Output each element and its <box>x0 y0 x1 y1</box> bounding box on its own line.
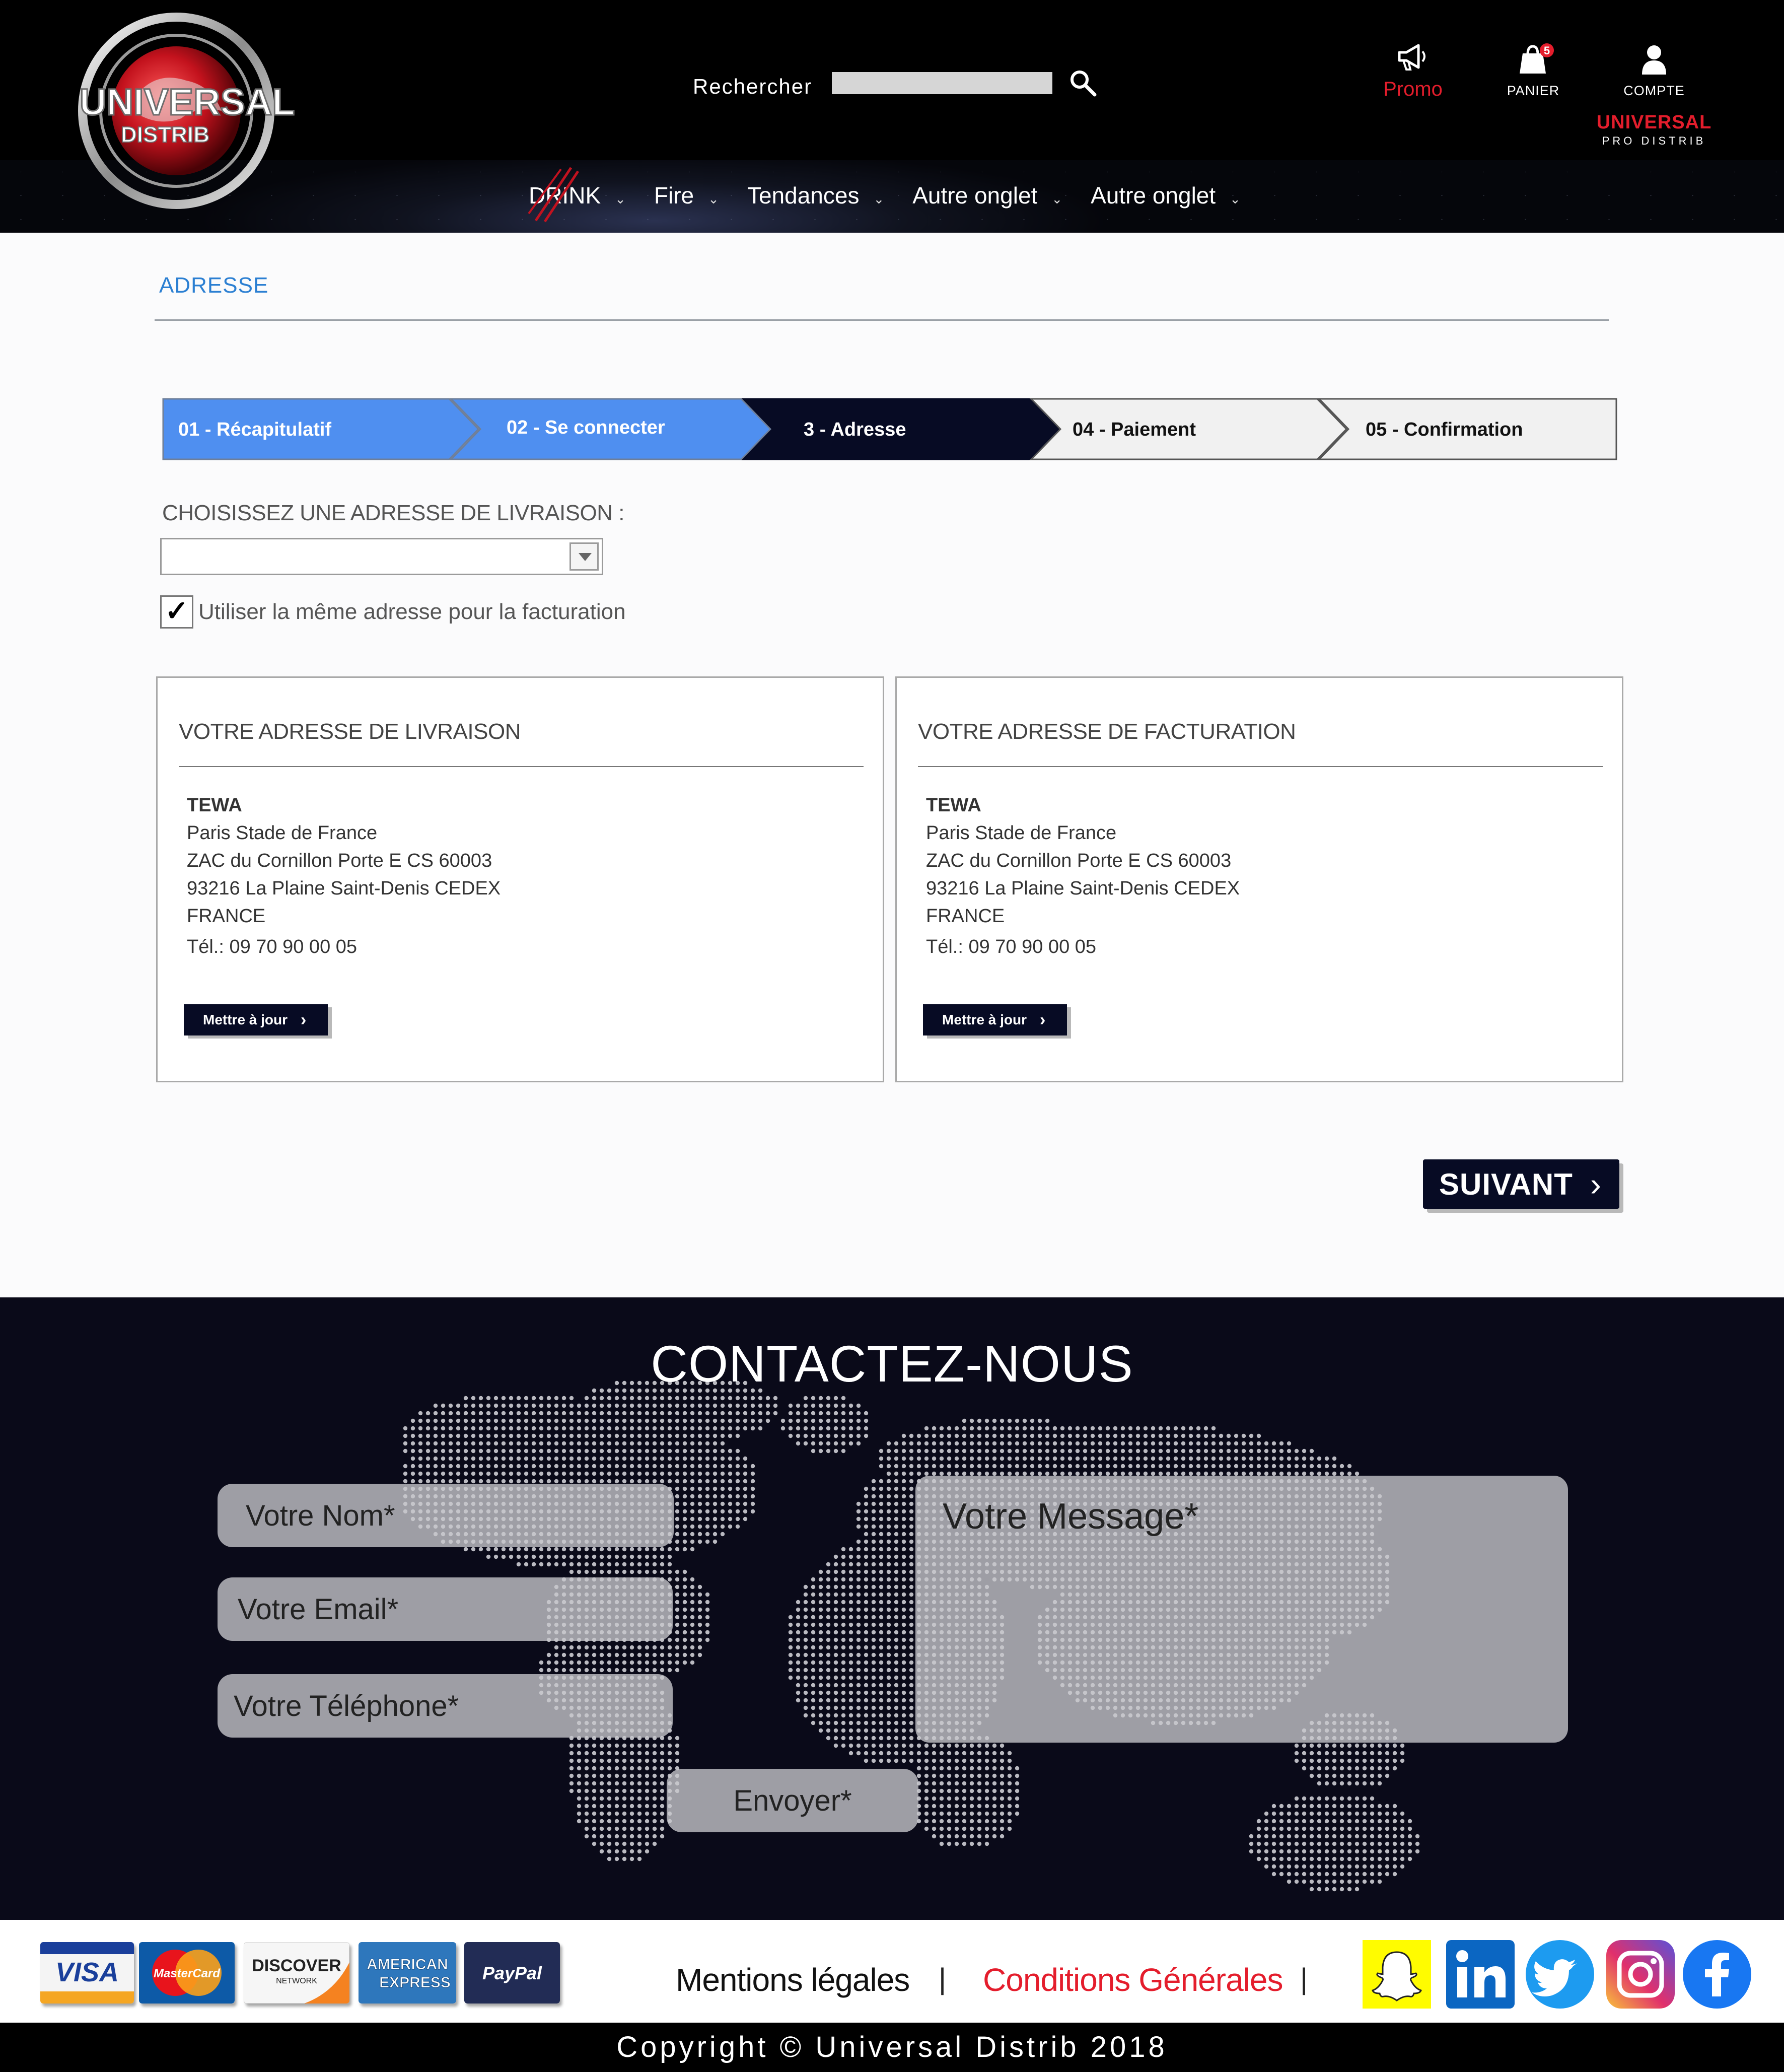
promo-label: Promo <box>1383 78 1443 100</box>
cart-label: PANIER <box>1507 83 1560 98</box>
claw-scratch-icon <box>528 167 580 223</box>
nav-item-drink[interactable]: DRINK ⌄ <box>528 167 626 223</box>
same-address-label: Utiliser la même adresse pour la factura… <box>198 599 626 624</box>
contact-title: CONTACTEZ-NOUS <box>651 1335 1133 1393</box>
cart-count-badge: 5 <box>1544 44 1550 57</box>
divider <box>918 766 1603 767</box>
universal-pro-distrib-logo[interactable]: UNIVERSAL PRO DISTRIB <box>1591 112 1717 148</box>
cart-link[interactable]: 5 PANIER <box>1495 43 1571 99</box>
chevron-right-icon: › <box>1040 1010 1046 1029</box>
nav-item-autre-onglet-1[interactable]: Autre onglet ⌄ <box>912 180 1062 211</box>
account-link[interactable]: COMPTE <box>1611 43 1697 99</box>
page-title: ADRESSE <box>159 273 269 298</box>
shipping-line: 93216 La Plaine Saint-Denis CEDEX <box>187 878 501 899</box>
legal-notice-link[interactable]: Mentions légales <box>676 1961 910 1998</box>
user-icon <box>1642 45 1666 75</box>
step-1-label[interactable]: 01 - Récapitulatif <box>178 419 331 441</box>
billing-line: Paris Stade de France <box>926 822 1117 844</box>
billing-phone: Tél.: 09 70 90 00 05 <box>926 936 1097 957</box>
billing-line: FRANCE <box>926 906 1005 927</box>
shipping-address-title: VOTRE ADRESSE DE LIVRAISON <box>179 719 521 744</box>
billing-line: ZAC du Cornillon Porte E CS 60003 <box>926 850 1232 871</box>
svg-text:UNIVERSAL: UNIVERSAL <box>80 81 295 123</box>
cart-bag-icon: 5 <box>1520 43 1554 74</box>
next-button[interactable]: SUIVANT › <box>1423 1159 1619 1209</box>
chevron-down-icon: ⌄ <box>708 191 719 206</box>
shipping-line: Paris Stade de France <box>187 822 378 844</box>
phone-field[interactable]: Votre Téléphone* <box>218 1674 673 1738</box>
svg-text:DISTRIB: DISTRIB <box>121 122 209 147</box>
email-field[interactable]: Votre Email* <box>218 1577 673 1641</box>
terms-link[interactable]: Conditions Générales <box>983 1961 1283 1998</box>
contact-section: CONTACTEZ-NOUS Votre Nom* Votre Email* V… <box>0 1297 1784 1920</box>
step-4-label: 04 - Paiement <box>1073 419 1196 440</box>
mastercard-icon: MasterCard <box>139 1942 235 2004</box>
promo-link[interactable]: Promo <box>1368 41 1458 101</box>
site-footer: VISA MasterCard DISCOVER NETWORK AMERICA… <box>0 1920 1784 2023</box>
address-select[interactable] <box>160 538 603 575</box>
search-icon[interactable] <box>1067 67 1099 99</box>
megaphone-icon <box>1398 44 1425 71</box>
shipping-address-card: VOTRE ADRESSE DE LIVRAISON TEWA Paris St… <box>156 676 884 1082</box>
dropdown-arrow-icon[interactable] <box>569 542 599 571</box>
step-3-label: 3 - Adresse <box>804 419 906 440</box>
chevron-down-icon: ⌄ <box>1230 191 1241 206</box>
universal-distrib-logo[interactable]: UNIVERSAL DISTRIB <box>70 10 307 212</box>
billing-address-card: VOTRE ADRESSE DE FACTURATION TEWA Paris … <box>895 676 1623 1082</box>
shipping-phone: Tél.: 09 70 90 00 05 <box>187 936 358 957</box>
paypal-icon: PayPal <box>464 1942 560 2004</box>
update-billing-button[interactable]: Mettre à jour › <box>923 1004 1067 1035</box>
chevron-down-icon: ⌄ <box>1051 191 1063 206</box>
step-2-label[interactable]: 02 - Se connecter <box>507 417 665 439</box>
chevron-down-icon: ⌄ <box>615 191 626 206</box>
message-field[interactable]: Votre Message* <box>915 1476 1568 1743</box>
facebook-icon[interactable] <box>1683 1940 1751 2009</box>
chevron-right-icon: › <box>301 1010 307 1029</box>
chevron-down-icon: ⌄ <box>873 191 885 206</box>
linkedin-icon[interactable] <box>1446 1940 1515 2009</box>
chevron-right-icon: › <box>1590 1165 1602 1203</box>
main-nav: DRINK ⌄ Fire ⌄ Tendances ⌄ Autre onglet … <box>528 167 1269 223</box>
search-input[interactable] <box>832 72 1052 94</box>
shipping-name: TEWA <box>187 795 242 816</box>
billing-name: TEWA <box>926 795 981 816</box>
title-divider <box>155 319 1609 321</box>
same-address-checkbox[interactable]: ✓ <box>160 595 193 629</box>
instagram-icon[interactable] <box>1606 1940 1675 2009</box>
update-shipping-button[interactable]: Mettre à jour › <box>184 1004 328 1035</box>
checkout-stepper: 01 - Récapitulatif 02 - Se connecter 3 -… <box>162 397 1783 461</box>
account-label: COMPTE <box>1623 83 1685 98</box>
twitter-icon[interactable] <box>1526 1940 1594 2009</box>
nav-item-tendances[interactable]: Tendances ⌄ <box>747 180 884 211</box>
shipping-line: ZAC du Cornillon Porte E CS 60003 <box>187 850 492 871</box>
snapchat-icon[interactable] <box>1363 1940 1431 2009</box>
billing-address-title: VOTRE ADRESSE DE FACTURATION <box>918 719 1296 744</box>
discover-icon: DISCOVER NETWORK <box>244 1942 349 2004</box>
send-button[interactable]: Envoyer* <box>667 1769 918 1832</box>
search-label: Rechercher <box>693 75 813 98</box>
choose-address-label: CHOISISSEZ UNE ADRESSE DE LIVRAISON : <box>162 501 624 525</box>
amex-icon: AMERICAN EXPRESS <box>359 1942 456 2004</box>
nav-item-autre-onglet-2[interactable]: Autre onglet ⌄ <box>1091 180 1241 211</box>
separator: | <box>1300 1963 1308 1995</box>
nav-item-fire[interactable]: Fire ⌄ <box>654 180 719 211</box>
shipping-line: FRANCE <box>187 906 266 927</box>
name-field[interactable]: Votre Nom* <box>218 1484 674 1547</box>
separator: | <box>939 1963 947 1995</box>
copyright-bar: Copyright © Universal Distrib 2018 <box>0 2023 1784 2072</box>
divider <box>179 766 864 767</box>
visa-icon: VISA <box>40 1942 134 2004</box>
site-header: UNIVERSAL DISTRIB Rechercher Promo 5 PAN… <box>0 0 1784 233</box>
step-5-label: 05 - Confirmation <box>1366 419 1523 440</box>
billing-line: 93216 La Plaine Saint-Denis CEDEX <box>926 878 1240 899</box>
copyright-text: Copyright © Universal Distrib 2018 <box>616 2031 1168 2063</box>
